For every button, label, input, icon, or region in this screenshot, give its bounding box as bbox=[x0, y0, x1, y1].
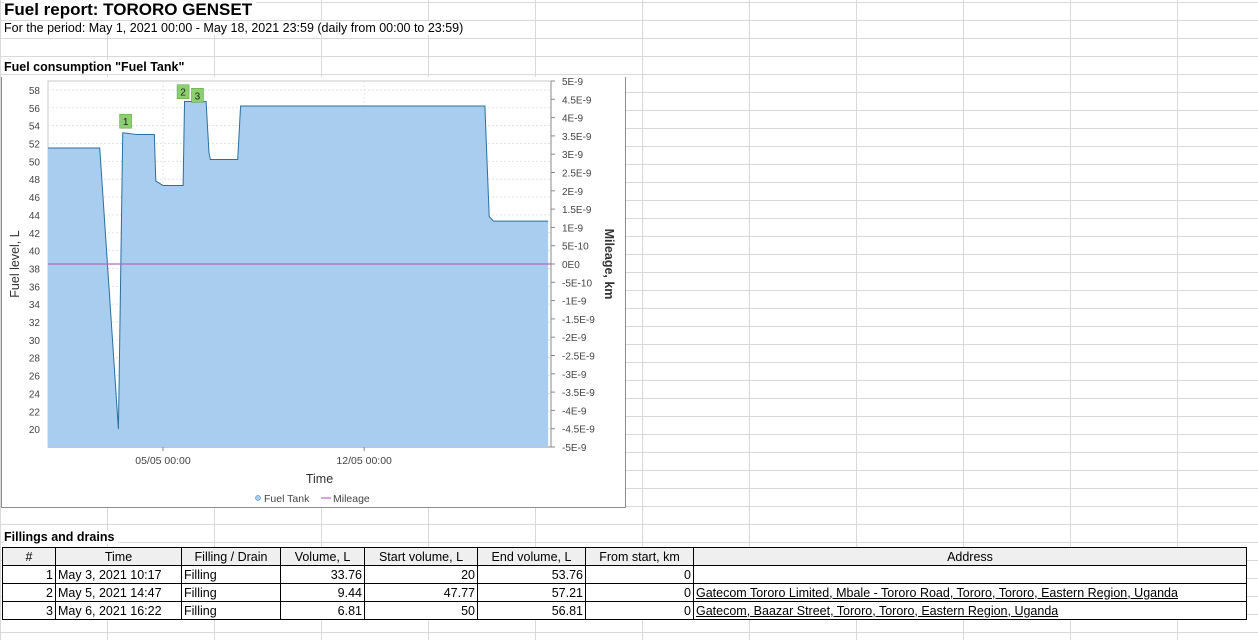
fuel-chart: 20 22 24 26 28 30 32 34 36 38 40 42 44 46 48 50 52 54 56 58… bbox=[1, 77, 626, 508]
y-tick-label: 58 bbox=[29, 86, 41, 97]
header-start-volume: Start volume, L bbox=[364, 547, 478, 566]
x-axis-title: Time bbox=[306, 472, 333, 486]
y2-tick-label: 3.5E-9 bbox=[562, 132, 592, 143]
chart-title: Fuel consumption "Fuel Tank" bbox=[4, 60, 189, 74]
header-from-start: From start, km bbox=[585, 547, 694, 566]
y-tick-label: 44 bbox=[29, 211, 41, 222]
row-num: 3 bbox=[2, 601, 56, 620]
row-end-volume: 53.76 bbox=[477, 565, 586, 584]
filling-marker-label: 3 bbox=[195, 91, 201, 102]
y2-tick-label: -3E-9 bbox=[562, 370, 587, 381]
filling-marker-label: 2 bbox=[180, 88, 186, 99]
y2-tick-label: -2.5E-9 bbox=[562, 352, 595, 363]
y-tick-label: 32 bbox=[29, 318, 41, 329]
header-type: Filling / Drain bbox=[181, 547, 281, 566]
row-end-volume: 56.81 bbox=[477, 601, 586, 620]
y2-tick-label: 5E-9 bbox=[562, 77, 584, 88]
y-tick-label: 38 bbox=[29, 264, 41, 275]
y2-tick-label: -1.5E-9 bbox=[562, 315, 595, 326]
x-tick-label: 12/05 00:00 bbox=[336, 455, 392, 467]
y2-tick-label: -1E-9 bbox=[562, 297, 587, 308]
address-link[interactable]: Gatecom, Baazar Street, Tororo, Tororo, … bbox=[696, 604, 1058, 618]
y2-tick-label: 1.5E-9 bbox=[562, 205, 592, 216]
row-from-start: 0 bbox=[585, 565, 694, 584]
y-tick-label: 34 bbox=[29, 300, 41, 311]
row-start-volume: 50 bbox=[364, 601, 478, 620]
row-volume: 6.81 bbox=[280, 601, 365, 620]
y2-tick-label: -5E-9 bbox=[562, 443, 587, 454]
row-address: Gatecom, Baazar Street, Tororo, Tororo, … bbox=[693, 601, 1247, 620]
legend-mileage-label: Mileage bbox=[333, 493, 370, 505]
y-tick-label: 48 bbox=[29, 175, 41, 186]
row-time: May 3, 2021 10:17 bbox=[55, 565, 182, 584]
row-time: May 6, 2021 16:22 bbox=[55, 601, 182, 620]
y-axis-title: Fuel level, L bbox=[8, 230, 22, 297]
y2-tick-label: -4.5E-9 bbox=[562, 425, 595, 436]
y-tick-label: 26 bbox=[29, 372, 41, 383]
header-end-volume: End volume, L bbox=[477, 547, 586, 566]
legend-fuel-label: Fuel Tank bbox=[264, 493, 310, 505]
legend-fuel-swatch bbox=[255, 495, 261, 501]
row-start-volume: 47.77 bbox=[364, 583, 478, 602]
header-num: # bbox=[2, 547, 56, 566]
header-volume: Volume, L bbox=[280, 547, 365, 566]
y-tick-label: 54 bbox=[29, 122, 41, 133]
y-tick-label: 46 bbox=[29, 193, 41, 204]
y2-axis-title: Mileage, km bbox=[602, 229, 616, 300]
y-tick-label: 36 bbox=[29, 282, 41, 293]
report-period: For the period: May 1, 2021 00:00 - May … bbox=[4, 21, 468, 35]
y-tick-label: 40 bbox=[29, 247, 41, 258]
row-from-start: 0 bbox=[585, 601, 694, 620]
row-from-start: 0 bbox=[585, 583, 694, 602]
fuel-chart-svg: 20 22 24 26 28 30 32 34 36 38 40 42 44 46 48 50 52 54 56 58… bbox=[8, 77, 616, 505]
row-volume: 33.76 bbox=[280, 565, 365, 584]
row-num: 1 bbox=[2, 565, 56, 584]
y-tick-label: 42 bbox=[29, 229, 41, 240]
row-type: Filling bbox=[181, 583, 281, 602]
row-type: Filling bbox=[181, 601, 281, 620]
header-time: Time bbox=[55, 547, 182, 566]
y-tick-label: 52 bbox=[29, 139, 41, 150]
y2-tick-label: 4E-9 bbox=[562, 114, 584, 125]
row-address bbox=[693, 565, 1247, 584]
y-tick-label: 20 bbox=[29, 425, 41, 436]
table-row: 1 May 3, 2021 10:17 Filling 33.76 20 53.… bbox=[2, 565, 1247, 584]
row-address: Gatecom Tororo Limited, Mbale - Tororo R… bbox=[693, 583, 1247, 602]
report-title: Fuel report: TORORO GENSET bbox=[4, 0, 257, 20]
table-row: 3 May 6, 2021 16:22 Filling 6.81 50 56.8… bbox=[2, 601, 1247, 620]
y2-tick-label: 2.5E-9 bbox=[562, 169, 592, 180]
address-link[interactable]: Gatecom Tororo Limited, Mbale - Tororo R… bbox=[696, 586, 1178, 600]
y2-tick-label: -3.5E-9 bbox=[562, 388, 595, 399]
y-tick-label: 50 bbox=[29, 157, 41, 168]
y2-tick-label: -4E-9 bbox=[562, 406, 587, 417]
y-tick-label: 30 bbox=[29, 336, 41, 347]
y2-tick-label: 1E-9 bbox=[562, 223, 584, 234]
y-tick-label: 24 bbox=[29, 389, 41, 400]
fillings-title: Fillings and drains bbox=[4, 530, 119, 544]
y2-tick-label: 0E0 bbox=[562, 260, 580, 271]
y2-tick-label: -5E-10 bbox=[562, 278, 592, 289]
table-header-row: # Time Filling / Drain Volume, L Start v… bbox=[2, 547, 1247, 566]
y-tick-label: 28 bbox=[29, 354, 41, 365]
fillings-table: # Time Filling / Drain Volume, L Start v… bbox=[2, 547, 1247, 620]
y-tick-label: 22 bbox=[29, 407, 41, 418]
row-volume: 9.44 bbox=[280, 583, 365, 602]
fuel-tank-area bbox=[48, 101, 549, 447]
y2-tick-label: -2E-9 bbox=[562, 333, 587, 344]
x-tick-label: 05/05 00:00 bbox=[135, 455, 191, 467]
y2-tick-label: 5E-10 bbox=[562, 242, 589, 253]
row-end-volume: 57.21 bbox=[477, 583, 586, 602]
y2-tick-label: 3E-9 bbox=[562, 150, 584, 161]
table-row: 2 May 5, 2021 14:47 Filling 9.44 47.77 5… bbox=[2, 583, 1247, 602]
row-num: 2 bbox=[2, 583, 56, 602]
row-time: May 5, 2021 14:47 bbox=[55, 583, 182, 602]
y2-tick-label: 4.5E-9 bbox=[562, 95, 592, 106]
row-type: Filling bbox=[181, 565, 281, 584]
row-start-volume: 20 bbox=[364, 565, 478, 584]
filling-marker-label: 1 bbox=[123, 117, 129, 128]
y-tick-label: 56 bbox=[29, 104, 41, 115]
header-address: Address bbox=[693, 547, 1247, 566]
y2-tick-label: 2E-9 bbox=[562, 187, 584, 198]
